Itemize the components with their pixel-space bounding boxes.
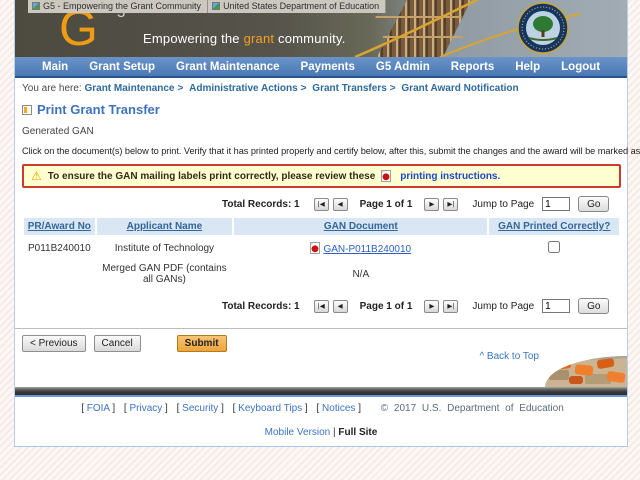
tab-us-dept-education[interactable]: United States Department of Education [208, 0, 386, 13]
warning-banner: ⚠ To ensure the GAN mailing labels print… [22, 164, 621, 188]
previous-page-button[interactable]: ◀ [333, 198, 348, 211]
tab-ed-label: United States Department of Education [223, 1, 379, 11]
mobile-version-link[interactable]: Mobile Version [265, 427, 331, 438]
gan-document-link[interactable]: GAN-P011B240010 [323, 244, 411, 255]
breadcrumb-grant-award-notification[interactable]: Grant Award Notification [401, 83, 518, 94]
nav-main[interactable]: Main [42, 61, 68, 73]
footer-mobile-toggle: Mobile Version | Full Site [15, 427, 627, 438]
tab-g5-community[interactable]: G5 - Empowering the Grant Community [28, 0, 208, 13]
cancel-button[interactable]: Cancel [94, 335, 141, 352]
footer-links: [ FOIA ] [ Privacy ] [ Security ] [ Keyb… [15, 403, 627, 414]
department-of-education-seal [518, 3, 568, 53]
window-tabs: G5 - Empowering the Grant Community Unit… [28, 0, 386, 13]
last-page-button[interactable]: ▶| [443, 198, 458, 211]
merged-gan-label-cell: Merged GAN PDF (contains all GANs) [97, 260, 232, 290]
submit-button[interactable]: Submit [177, 335, 227, 352]
copyright-text: © 2017 U.S. Department of Education [381, 403, 564, 414]
go-button[interactable]: Go [578, 298, 609, 314]
award-no-cell: P011B240010 [24, 235, 95, 260]
action-buttons: < Previous Cancel Submit [22, 335, 621, 352]
g5-favicon [32, 2, 40, 10]
go-button[interactable]: Go [578, 196, 609, 212]
tagline: Empowering the grant community. [143, 31, 346, 46]
first-page-button[interactable]: |◀ [314, 198, 329, 211]
applicant-name-cell: Institute of Technology [97, 235, 232, 260]
column-pr-award-no[interactable]: PR/Award No [24, 218, 95, 235]
footer-divider-bar [15, 387, 627, 397]
breadcrumb-grant-transfers[interactable]: Grant Transfers [312, 83, 386, 94]
nav-grant-setup[interactable]: Grant Setup [89, 61, 155, 73]
table-row: Merged GAN PDF (contains all GANs) N/A [24, 260, 619, 290]
form-icon [22, 105, 32, 115]
nav-payments[interactable]: Payments [301, 61, 355, 73]
column-gan-printed-correctly[interactable]: GAN Printed Correctly? [489, 218, 619, 235]
column-applicant-name[interactable]: Applicant Name [97, 218, 232, 235]
generated-gan-label: Generated GAN [22, 126, 621, 137]
main-navigation: Main Grant Setup Grant Maintenance Payme… [15, 57, 627, 78]
nav-logout[interactable]: Logout [561, 61, 600, 73]
page-title: Print Grant Transfer [22, 102, 621, 117]
nav-g5-admin[interactable]: G5 Admin [376, 61, 430, 73]
jump-to-page-input[interactable] [542, 197, 570, 211]
breadcrumb-prefix: You are here: [22, 83, 82, 94]
table-row: P011B240010 Institute of Technology GAN-… [24, 235, 619, 260]
g5-application-page: G5 - Empowering the Grant Community Unit… [14, 0, 628, 447]
back-to-top-link[interactable]: ^ Back to Top [479, 351, 539, 362]
total-records-label: Total Records: 1 [222, 199, 300, 210]
pager-bottom: Total Records: 1 |◀ ◀ Page 1 of 1 ▶ ▶| J… [222, 298, 621, 314]
warning-text: To ensure the GAN mailing labels print c… [48, 171, 376, 182]
pdf-icon [310, 242, 320, 254]
ed-favicon [212, 2, 220, 10]
first-page-button[interactable]: |◀ [314, 300, 329, 313]
total-records-label: Total Records: 1 [222, 301, 300, 312]
main-content: Print Grant Transfer Generated GAN Click… [15, 102, 627, 352]
previous-page-button[interactable]: ◀ [333, 300, 348, 313]
nav-grant-maintenance[interactable]: Grant Maintenance [176, 61, 280, 73]
next-page-button[interactable]: ▶ [424, 198, 439, 211]
pager-top: Total Records: 1 |◀ ◀ Page 1 of 1 ▶ ▶| J… [222, 196, 621, 212]
page-count-label: Page 1 of 1 [360, 301, 413, 312]
print-instructions-text: Click on the document(s) below to print.… [22, 146, 621, 156]
jump-to-page-label: Jump to Page [472, 301, 534, 312]
gan-table: PR/Award No Applicant Name GAN Document … [22, 218, 621, 290]
gan-document-cell: GAN-P011B240010 [234, 235, 487, 260]
breadcrumb-grant-maintenance[interactable]: Grant Maintenance [84, 83, 174, 94]
last-page-button[interactable]: ▶| [443, 300, 458, 313]
gan-printed-checkbox[interactable] [548, 241, 560, 253]
breadcrumb-administrative-actions[interactable]: Administrative Actions [189, 83, 298, 94]
empty-cell [489, 260, 619, 290]
page-count-label: Page 1 of 1 [360, 199, 413, 210]
nav-reports[interactable]: Reports [451, 61, 494, 73]
masthead-banner: G5 - Empowering the Grant Community Unit… [15, 0, 627, 57]
page-title-text: Print Grant Transfer [37, 102, 160, 117]
pdf-icon [381, 170, 391, 182]
next-page-button[interactable]: ▶ [424, 300, 439, 313]
security-link[interactable]: Security [182, 403, 218, 414]
section-divider [15, 328, 627, 329]
breadcrumb: You are here: Grant Maintenance> Adminis… [15, 78, 627, 97]
award-no-cell [24, 260, 95, 290]
printing-instructions-link[interactable]: printing instructions. [400, 171, 500, 182]
column-gan-document[interactable]: GAN Document [234, 218, 487, 235]
previous-button[interactable]: < Previous [22, 335, 86, 352]
keyboard-tips-link[interactable]: Keyboard Tips [238, 403, 302, 414]
nav-help[interactable]: Help [515, 61, 540, 73]
gan-printed-cell [489, 235, 619, 260]
table-header-row: PR/Award No Applicant Name GAN Document … [24, 218, 619, 235]
merged-gan-document-cell: N/A [234, 260, 487, 290]
jump-to-page-input[interactable] [542, 299, 570, 313]
warning-icon: ⚠ [31, 170, 42, 182]
full-site-label: Full Site [338, 427, 377, 438]
tab-g5-label: G5 - Empowering the Grant Community [43, 1, 201, 11]
privacy-link[interactable]: Privacy [129, 403, 162, 414]
classroom-chairs-image [545, 356, 627, 387]
bookshelf-image [377, 0, 471, 57]
foia-link[interactable]: FOIA [87, 403, 110, 414]
jump-to-page-label: Jump to Page [472, 199, 534, 210]
notices-link[interactable]: Notices [322, 403, 355, 414]
